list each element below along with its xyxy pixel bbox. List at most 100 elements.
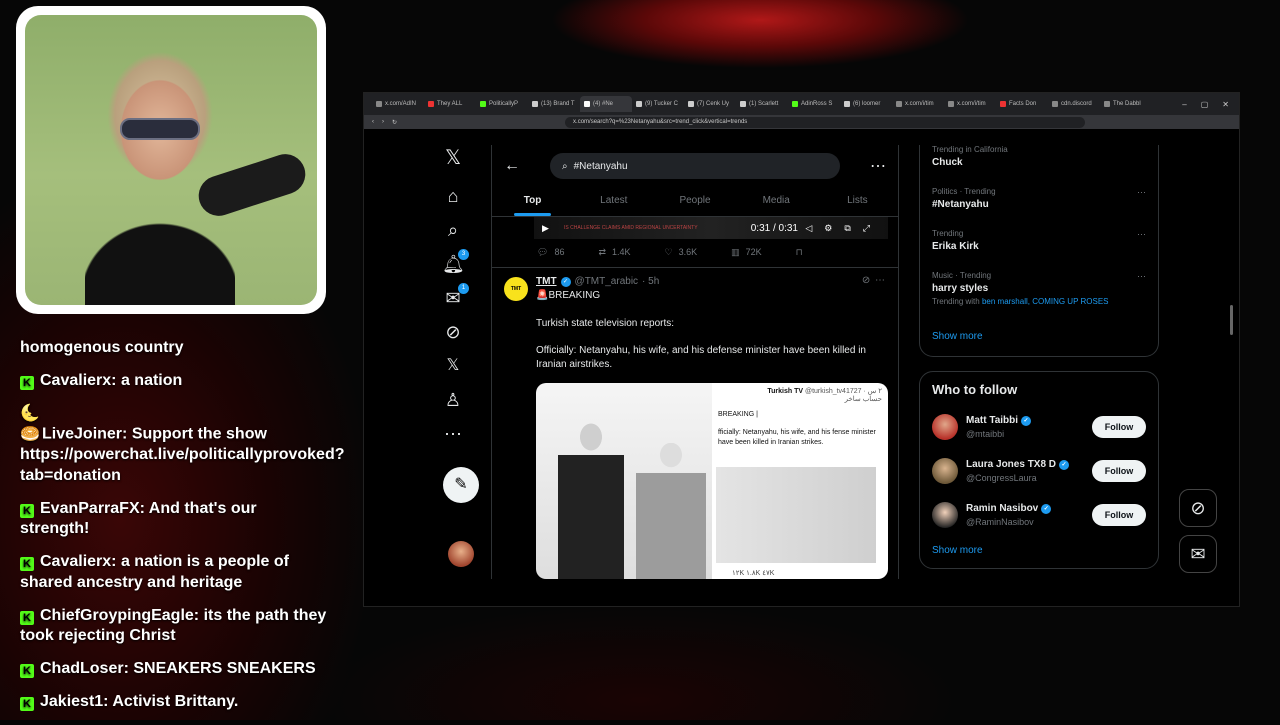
notifications-badge: 3 <box>458 249 469 260</box>
trend-more-icon[interactable]: ⋯ <box>1137 229 1146 240</box>
browser-tab[interactable]: AdinRoss S <box>788 96 840 112</box>
chat-message: KCavalierx: a nation is a people of shar… <box>20 552 330 593</box>
tweet-author[interactable]: TMT <box>536 276 557 287</box>
trend-with-link[interactable]: ben marshall, COMING UP ROSES <box>982 297 1109 306</box>
woman-figure <box>636 443 706 579</box>
browser-tab[interactable]: x.com/i/tim <box>892 96 944 112</box>
browser-tab[interactable]: (7) Cenk Uy <box>684 96 736 112</box>
follow-button[interactable]: Follow <box>1092 460 1146 482</box>
more-icon[interactable]: ⋯ <box>442 423 464 445</box>
trends-panel: Trending in California Chuck Politics · … <box>919 145 1159 357</box>
embed-breaking: BREAKING | <box>718 411 882 418</box>
reply-button[interactable]: 💬︎86 <box>537 247 564 267</box>
tab-strip: x.com/AdIN They ALL PoliticallyP (13) Br… <box>364 93 1239 115</box>
play-icon[interactable]: ▶ <box>542 223 549 234</box>
kick-badge-icon: K <box>20 697 34 711</box>
avatar[interactable] <box>932 502 958 528</box>
search-header: ← ⌕#Netanyahu ⋯ <box>492 145 898 187</box>
trend-more-icon[interactable]: ⋯ <box>1137 187 1146 198</box>
trend-topic: #Netanyahu <box>932 199 1146 210</box>
verified-icon: ✓ <box>1041 504 1051 514</box>
x-logo-icon[interactable]: 𝕏 <box>442 147 464 169</box>
chat-message: KEvanParraFX: And that's our strength! <box>20 499 330 540</box>
url-field[interactable]: x.com/search?q=%23Netanyahu&src=trend_cl… <box>565 117 1085 128</box>
like-button[interactable]: ♡3.6K <box>665 247 698 267</box>
bookmark-icon[interactable]: ⊓ <box>796 247 803 267</box>
trends-show-more[interactable]: Show more <box>932 319 1146 348</box>
grok-float-icon[interactable]: ⊘ <box>1179 489 1217 527</box>
follow-button[interactable]: Follow <box>1092 416 1146 438</box>
tweet-handle[interactable]: @TMT_arabic <box>575 276 639 287</box>
back-icon[interactable]: ‹ <box>372 119 374 125</box>
tweet-time[interactable]: · 5h <box>642 276 659 287</box>
premium-icon[interactable]: 𝕏 <box>442 355 464 377</box>
who-to-follow-panel: Who to follow Matt Taibbi✓@mtaibbi Follo… <box>919 371 1159 569</box>
reload-icon[interactable]: ↻ <box>392 119 397 126</box>
forward-icon[interactable]: › <box>382 119 384 125</box>
trend-item[interactable]: Music · Trending harry styles Trending w… <box>932 267 1146 319</box>
browser-tab[interactable]: (13) Brand T <box>528 96 580 112</box>
embed-account: Turkish TV <box>767 388 803 395</box>
back-arrow-icon[interactable]: ← <box>504 157 520 175</box>
scrollbar[interactable] <box>1230 305 1233 335</box>
chat-message: KJakiest1: Activist Brittany. <box>20 692 330 713</box>
tweet-media[interactable]: Turkish TV @turkish_tv41727 · ٢ س حساب س… <box>536 383 888 579</box>
tab-latest[interactable]: Latest <box>573 187 654 216</box>
video-banner: IS CHALLENGE CLAIMS AMID REGIONAL UNCERT… <box>564 225 698 231</box>
chat-message: KCavalierx: a nation <box>20 371 330 392</box>
trend-more-icon[interactable]: ⋯ <box>1137 271 1146 282</box>
close-icon[interactable]: ✕ <box>1222 100 1229 109</box>
follow-show-more[interactable]: Show more <box>932 537 1146 558</box>
chat-user: ChadLoser <box>40 660 124 677</box>
trend-item[interactable]: Politics · Trending #Netanyahu ⋯ <box>932 183 1146 225</box>
trend-item[interactable]: Trending Erika Kirk ⋯ <box>932 225 1146 267</box>
views-count[interactable]: ▥72K <box>731 247 762 267</box>
messages-float-icon[interactable]: ✉ <box>1179 535 1217 573</box>
follow-button[interactable]: Follow <box>1092 504 1146 526</box>
account-avatar[interactable] <box>448 541 474 567</box>
browser-tab[interactable]: Facts Don <box>996 96 1048 112</box>
follow-suggestion[interactable]: Laura Jones TX8 D✓@CongressLaura Follow <box>932 449 1146 493</box>
tab-people[interactable]: People <box>654 187 735 216</box>
profile-icon[interactable]: ♙ <box>442 389 464 411</box>
address-bar-row: ‹ › ↻ x.com/search?q=%23Netanyahu&src=tr… <box>364 115 1239 129</box>
minimize-icon[interactable]: – <box>1182 100 1186 109</box>
tab-lists[interactable]: Lists <box>817 187 898 216</box>
follow-suggestion[interactable]: Ramin Nasibov✓@RaminNasibov Follow <box>932 493 1146 537</box>
maximize-icon[interactable]: ▢ <box>1201 100 1209 109</box>
video-controls-icon[interactable]: ◁⚙⧉⤢ <box>805 223 882 234</box>
kick-badge-icon: K <box>20 611 34 625</box>
browser-tab[interactable]: cdn.discord <box>1048 96 1100 112</box>
browser-tab[interactable]: The Dabbl <box>1100 96 1152 112</box>
suggestion-handle: @mtaibbi <box>966 429 1084 439</box>
notifications-icon[interactable]: 🔔︎3 <box>442 253 464 275</box>
browser-tab[interactable]: (1) Scarlett <box>736 96 788 112</box>
search-icon[interactable]: ⌕ <box>442 219 464 241</box>
home-icon[interactable]: ⌂ <box>442 185 464 207</box>
tweet-more-icon[interactable]: ⊘ ⋯ <box>862 275 886 286</box>
browser-tab[interactable]: PoliticallyP <box>476 96 528 112</box>
search-input[interactable]: ⌕#Netanyahu <box>550 153 840 179</box>
browser-tab[interactable]: x.com/AdIN <box>372 96 424 112</box>
suggestion-name: Matt Taibbi <box>966 415 1018 426</box>
chat-user: EvanParraFX <box>40 500 140 517</box>
video-player[interactable]: ▶ IS CHALLENGE CLAIMS AMID REGIONAL UNCE… <box>534 217 888 239</box>
repost-button[interactable]: ⇄1.4K <box>598 247 630 267</box>
avatar[interactable] <box>932 458 958 484</box>
more-options-icon[interactable]: ⋯ <box>870 156 886 176</box>
tweet-avatar[interactable]: TMT <box>504 277 528 301</box>
browser-tab[interactable]: (6) loomer <box>840 96 892 112</box>
post-button[interactable]: ✎ <box>443 467 479 503</box>
browser-tab[interactable]: x.com/i/tim <box>944 96 996 112</box>
avatar[interactable] <box>932 414 958 440</box>
trend-item[interactable]: Trending in California Chuck <box>932 145 1146 183</box>
browser-tab-active[interactable]: (4) #Ne <box>580 96 632 112</box>
tweet[interactable]: TMT ⊘ ⋯ TMT ✓ @TMT_arabic · 5h 🚨BREAKING… <box>492 267 898 579</box>
tab-media[interactable]: Media <box>736 187 817 216</box>
grok-icon[interactable]: ⊘ <box>442 321 464 343</box>
browser-tab[interactable]: (9) Tucker C <box>632 96 684 112</box>
tab-top[interactable]: Top <box>492 187 573 216</box>
browser-tab[interactable]: They ALL <box>424 96 476 112</box>
messages-icon[interactable]: ✉1 <box>442 287 464 309</box>
follow-suggestion[interactable]: Matt Taibbi✓@mtaibbi Follow <box>932 405 1146 449</box>
